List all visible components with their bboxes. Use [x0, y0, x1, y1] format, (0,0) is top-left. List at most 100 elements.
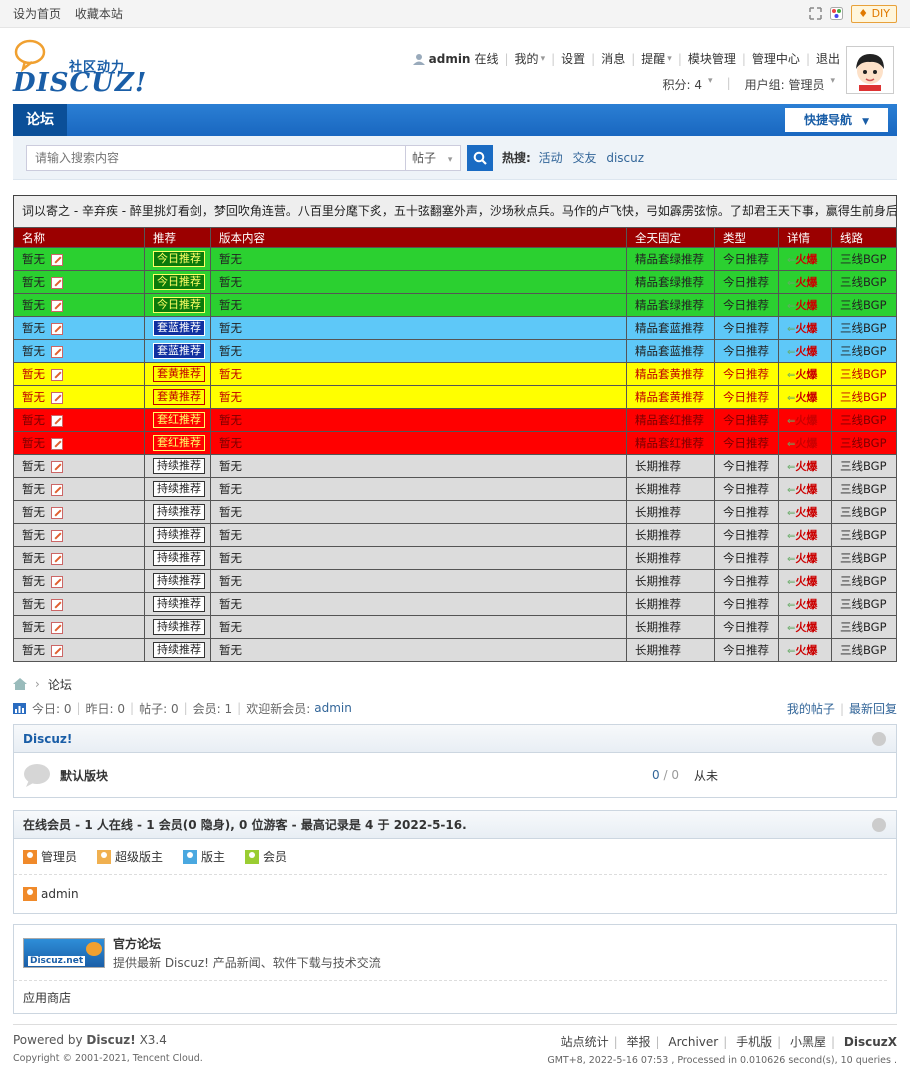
row-content[interactable]: 暂无 [210, 454, 627, 478]
row-content[interactable]: 暂无 [210, 362, 627, 386]
row-tag-badge[interactable]: 套蓝推荐 [153, 320, 205, 336]
official-forum-link[interactable]: 官方论坛 [113, 937, 161, 951]
row-content[interactable]: 暂无 [210, 615, 627, 639]
row-detail[interactable]: ⇐火爆 [778, 615, 832, 639]
row-detail[interactable]: ⇐火爆 [778, 270, 832, 294]
row-detail[interactable]: ⇐火爆 [778, 638, 832, 662]
row-detail[interactable]: ⇐火爆 [778, 569, 832, 593]
row-content[interactable]: 暂无 [210, 339, 627, 363]
row-content[interactable]: 暂无 [210, 477, 627, 501]
menu-my[interactable]: 我的 [515, 50, 539, 67]
newest-member-link[interactable]: admin [314, 701, 352, 715]
set-home-link[interactable]: 设为首页 [13, 7, 61, 21]
footer-link-stats[interactable]: 站点统计 [561, 1035, 609, 1049]
row-tag-badge[interactable]: 套黄推荐 [153, 389, 205, 405]
row-content[interactable]: 暂无 [210, 408, 627, 432]
footer-link-mobile[interactable]: 手机版 [736, 1035, 772, 1049]
row-tag-badge[interactable]: 套蓝推荐 [153, 343, 205, 359]
table-row[interactable]: 暂无 持续推荐 暂无 长期推荐 今日推荐 ⇐火爆 三线BGP [13, 454, 897, 478]
board-name-link[interactable]: 默认版块 [60, 767, 108, 784]
table-row[interactable]: 暂无 套黄推荐 暂无 精品套黄推荐 今日推荐 ⇐火爆 三线BGP [13, 385, 897, 409]
menu-module-admin[interactable]: 模块管理 [688, 50, 736, 67]
row-content[interactable]: 暂无 [210, 270, 627, 294]
table-row[interactable]: 暂无 持续推荐 暂无 长期推荐 今日推荐 ⇐火爆 三线BGP [13, 592, 897, 616]
row-content[interactable]: 暂无 [210, 316, 627, 340]
row-tag-badge[interactable]: 今日推荐 [153, 251, 205, 267]
row-content[interactable]: 暂无 [210, 523, 627, 547]
row-tag-badge[interactable]: 持续推荐 [153, 550, 205, 566]
table-row[interactable]: 暂无 持续推荐 暂无 长期推荐 今日推荐 ⇐火爆 三线BGP [13, 569, 897, 593]
row-content[interactable]: 暂无 [210, 431, 627, 455]
row-tag-badge[interactable]: 持续推荐 [153, 527, 205, 543]
row-content[interactable]: 暂无 [210, 500, 627, 524]
app-store-link[interactable]: 应用商店 [23, 989, 71, 1006]
menu-logout[interactable]: 退出 [816, 50, 840, 67]
row-detail[interactable]: ⇐火爆 [778, 523, 832, 547]
online-user-admin[interactable]: admin [41, 887, 79, 901]
table-row[interactable]: 暂无 套黄推荐 暂无 精品套黄推荐 今日推荐 ⇐火爆 三线BGP [13, 362, 897, 386]
search-input[interactable] [26, 144, 406, 171]
table-row[interactable]: 暂无 套蓝推荐 暂无 精品套蓝推荐 今日推荐 ⇐火爆 三线BGP [13, 339, 897, 363]
row-detail[interactable]: ⇐火爆 [778, 546, 832, 570]
row-content[interactable]: 暂无 [210, 293, 627, 317]
search-type-select[interactable]: 帖子 ▾ [406, 144, 461, 171]
footer-link-archiver[interactable]: Archiver [668, 1035, 718, 1049]
search-button[interactable] [467, 144, 493, 171]
style-icon[interactable] [830, 7, 844, 20]
menu-admin-center[interactable]: 管理中心 [752, 50, 800, 67]
footer-link-report[interactable]: 举报 [627, 1035, 651, 1049]
row-content[interactable]: 暂无 [210, 546, 627, 570]
collapse-icon[interactable] [872, 818, 886, 832]
diy-button[interactable]: ♦ DIY [851, 4, 897, 23]
fullscreen-icon[interactable] [809, 7, 822, 20]
row-content[interactable]: 暂无 [210, 385, 627, 409]
table-row[interactable]: 暂无 持续推荐 暂无 长期推荐 今日推荐 ⇐火爆 三线BGP [13, 523, 897, 547]
table-row[interactable]: 暂无 持续推荐 暂无 长期推荐 今日推荐 ⇐火爆 三线BGP [13, 638, 897, 662]
row-detail[interactable]: ⇐火爆 [778, 500, 832, 524]
row-detail[interactable]: ⇐火爆 [778, 408, 832, 432]
latest-replies-link[interactable]: 最新回复 [849, 702, 897, 716]
favorite-link[interactable]: 收藏本站 [75, 7, 123, 21]
menu-notifications[interactable]: 提醒 [641, 50, 665, 67]
table-row[interactable]: 暂无 今日推荐 暂无 精品套绿推荐 今日推荐 ⇐火爆 三线BGP [13, 247, 897, 271]
breadcrumb-current[interactable]: 论坛 [48, 676, 72, 693]
table-row[interactable]: 暂无 套蓝推荐 暂无 精品套蓝推荐 今日推荐 ⇐火爆 三线BGP [13, 316, 897, 340]
row-detail[interactable]: ⇐火爆 [778, 247, 832, 271]
row-detail[interactable]: ⇐火爆 [778, 454, 832, 478]
hot-word-discuz[interactable]: discuz [606, 151, 644, 165]
row-tag-badge[interactable]: 今日推荐 [153, 297, 205, 313]
row-tag-badge[interactable]: 持续推荐 [153, 504, 205, 520]
row-detail[interactable]: ⇐火爆 [778, 477, 832, 501]
row-detail[interactable]: ⇐火爆 [778, 362, 832, 386]
my-posts-link[interactable]: 我的帖子 [787, 702, 835, 716]
table-row[interactable]: 暂无 持续推荐 暂无 长期推荐 今日推荐 ⇐火爆 三线BGP [13, 500, 897, 524]
row-tag-badge[interactable]: 今日推荐 [153, 274, 205, 290]
online-title[interactable]: 在线会员 - 1 人在线 - 1 会员(0 隐身), 0 位游客 - 最高记录是… [23, 816, 467, 833]
row-tag-badge[interactable]: 套黄推荐 [153, 366, 205, 382]
row-tag-badge[interactable]: 持续推荐 [153, 642, 205, 658]
table-row[interactable]: 暂无 持续推荐 暂无 长期推荐 今日推荐 ⇐火爆 三线BGP [13, 546, 897, 570]
table-row[interactable]: 暂无 套红推荐 暂无 精品套红推荐 今日推荐 ⇐火爆 三线BGP [13, 431, 897, 455]
table-row[interactable]: 暂无 今日推荐 暂无 精品套绿推荐 今日推荐 ⇐火爆 三线BGP [13, 293, 897, 317]
table-row[interactable]: 暂无 持续推荐 暂无 长期推荐 今日推荐 ⇐火爆 三线BGP [13, 477, 897, 501]
user-group-link[interactable]: 用户组: 管理员 [745, 76, 825, 93]
row-content[interactable]: 暂无 [210, 247, 627, 271]
avatar[interactable] [846, 46, 894, 94]
row-content[interactable]: 暂无 [210, 569, 627, 593]
menu-settings[interactable]: 设置 [561, 50, 585, 67]
footer-brand[interactable]: DiscuzX [844, 1035, 897, 1049]
row-tag-badge[interactable]: 套红推荐 [153, 435, 205, 451]
row-tag-badge[interactable]: 持续推荐 [153, 619, 205, 635]
table-row[interactable]: 暂无 今日推荐 暂无 精品套绿推荐 今日推荐 ⇐火爆 三线BGP [13, 270, 897, 294]
username-link[interactable]: admin [429, 52, 471, 66]
table-row[interactable]: 暂无 持续推荐 暂无 长期推荐 今日推荐 ⇐火爆 三线BGP [13, 615, 897, 639]
row-content[interactable]: 暂无 [210, 638, 627, 662]
row-detail[interactable]: ⇐火爆 [778, 293, 832, 317]
row-detail[interactable]: ⇐火爆 [778, 385, 832, 409]
home-icon[interactable] [13, 678, 27, 690]
row-tag-badge[interactable]: 持续推荐 [153, 596, 205, 612]
row-tag-badge[interactable]: 持续推荐 [153, 481, 205, 497]
menu-messages[interactable]: 消息 [601, 50, 625, 67]
row-detail[interactable]: ⇐火爆 [778, 592, 832, 616]
nav-forum-tab[interactable]: 论坛 [13, 104, 67, 136]
